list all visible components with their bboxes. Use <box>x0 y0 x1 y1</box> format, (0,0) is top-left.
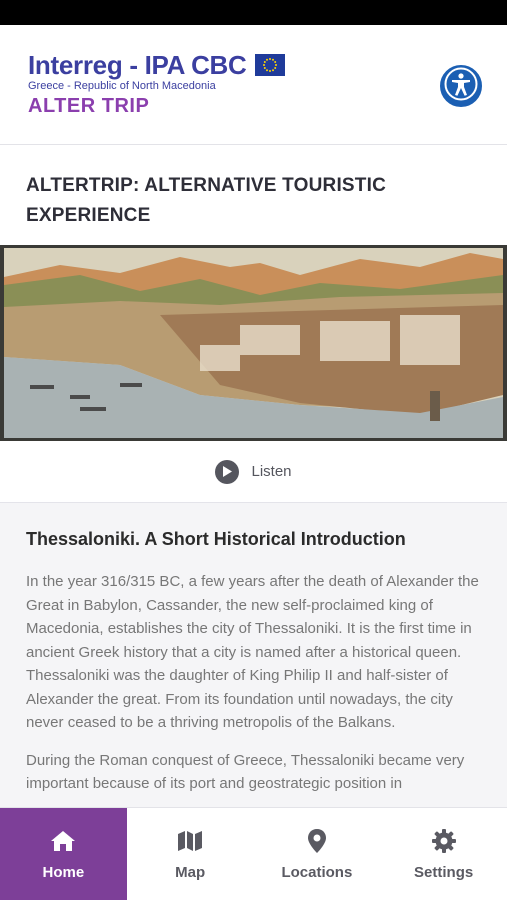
page-title: ALTERTRIP: ALTERNATIVE TOURISTIC EXPERIE… <box>26 175 386 226</box>
bottom-tab-bar: Home Map Locations Settings <box>0 807 507 900</box>
status-bar <box>0 0 507 25</box>
listen-label: Listen <box>251 463 292 480</box>
tab-map[interactable]: Map <box>127 808 254 900</box>
article-heading: Thessaloniki. A Short Historical Introdu… <box>26 529 406 549</box>
app-header: Interreg - IPA CBC Greece - Republic of … <box>0 25 507 145</box>
article-paragraph: During the Roman conquest of Greece, The… <box>26 751 465 793</box>
logo-subtitle: Greece - Republic of North Macedonia <box>28 80 216 92</box>
hero-card: ALTERTRIP: ALTERNATIVE TOURISTIC EXPERIE… <box>0 146 507 503</box>
map-icon <box>177 828 203 854</box>
logo-main-text: Interreg - IPA CBC <box>28 50 247 80</box>
listen-button[interactable]: Listen <box>0 441 507 503</box>
tab-home[interactable]: Home <box>0 808 127 900</box>
tab-locations[interactable]: Locations <box>254 808 381 900</box>
location-pin-icon <box>307 828 327 854</box>
tab-settings-label: Settings <box>414 864 474 881</box>
tab-map-label: Map <box>175 864 206 881</box>
interreg-logo: Interreg - IPA CBC Greece - Republic of … <box>28 51 285 118</box>
article: Thessaloniki. A Short Historical Introdu… <box>0 503 507 796</box>
home-icon <box>50 828 76 854</box>
tab-settings[interactable]: Settings <box>380 808 507 900</box>
gear-icon <box>431 828 456 854</box>
scroll-content[interactable]: ALTERTRIP: ALTERNATIVE TOURISTIC EXPERIE… <box>0 146 507 807</box>
accessibility-icon <box>444 67 478 106</box>
article-paragraph: In the year 316/315 BC, a few years afte… <box>26 573 479 731</box>
tab-home-label: Home <box>42 864 85 881</box>
accessibility-button[interactable] <box>440 65 482 107</box>
thessaloniki-panorama-image <box>0 245 507 441</box>
app-name: ALTER TRIP <box>28 95 150 117</box>
tab-locations-label: Locations <box>281 864 353 881</box>
play-icon <box>215 459 240 484</box>
eu-flag-icon <box>254 54 285 76</box>
